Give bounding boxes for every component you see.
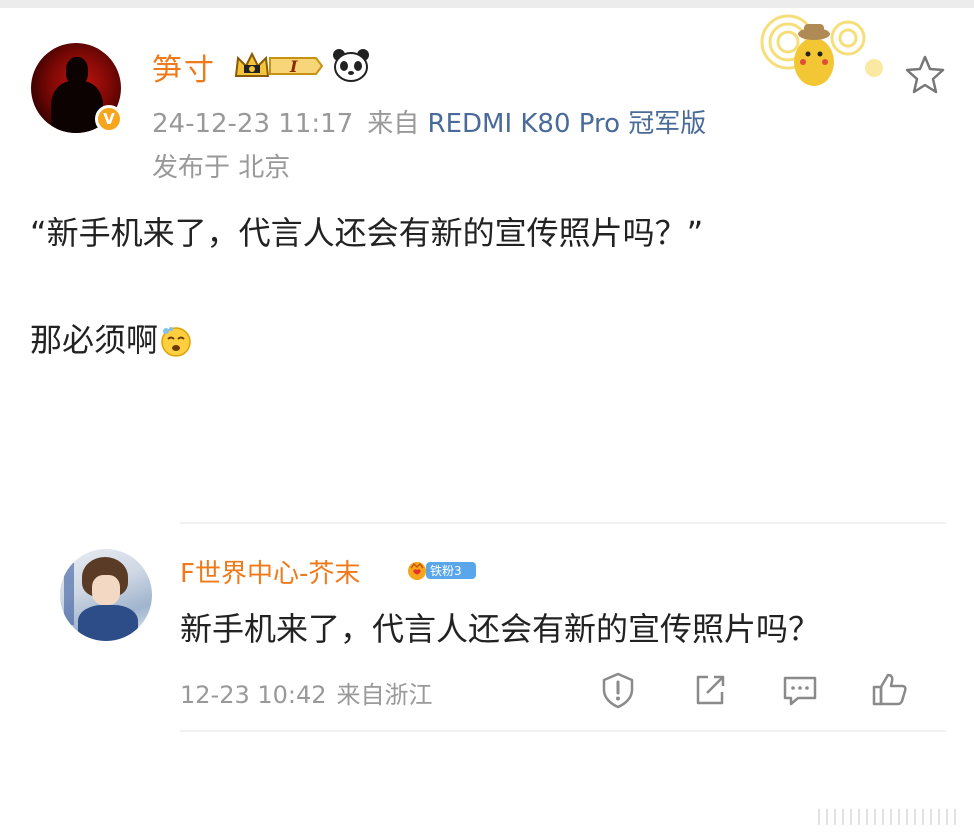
divider [180,730,946,732]
comment-source: 来自浙江 [336,681,433,709]
comment-meta: 12-23 10:42 来自浙江 [180,675,433,710]
comment-icon [783,676,817,706]
heart-crown-icon [408,562,426,580]
report-button[interactable] [598,670,638,710]
panda-icon [333,49,369,82]
favorite-button[interactable] [904,54,946,94]
dizzy-face-emoji-icon [161,327,191,357]
post-reply-text: 那必须啊 [30,321,159,359]
commenter-avatar[interactable] [60,549,152,641]
post-meta: 24-12-23 11:17 来自 REDMI K80 Pro 冠军版 [152,103,706,140]
divider [180,522,946,524]
comment-text: 新手机来了，代言人还会有新的宣传照片吗？ [180,610,821,648]
post-reply-line: 那必须啊 [30,315,192,361]
exclamation-shield-icon [602,672,634,709]
device-link[interactable]: REDMI K80 Pro 冠军版 [428,109,707,139]
post-timestamp: 24-12-23 11:17 [152,109,354,139]
thumbs-up-icon [872,673,907,706]
fan-level-badge[interactable]: 铁粉3 [406,559,478,581]
crown-icon [234,51,270,77]
watermark-stripes [818,809,956,825]
source-prefix: 来自 [367,109,420,139]
post-quoted-line: “新手机来了，代言人还会有新的宣传照片吗？” [30,214,704,252]
star-icon [905,55,945,94]
author-name[interactable]: 笋寸 [152,45,216,89]
post-location: 发布于 北京 [152,153,291,183]
commenter-name[interactable]: F世界中心-芥末 [180,553,360,590]
verified-badge: V [95,105,123,133]
share-button[interactable] [690,670,730,710]
vip-level-badge[interactable]: I [234,50,326,82]
fan-badge-label: 铁粉3 [430,564,462,578]
comment-timestamp: 12-23 10:42 [180,681,327,709]
like-button[interactable] [870,670,910,710]
comment-button[interactable] [780,670,820,710]
share-icon [696,675,725,705]
pikachu-decoration-icon [760,14,883,86]
top-divider-bar [0,0,974,8]
vip-level-text: I [289,57,298,76]
